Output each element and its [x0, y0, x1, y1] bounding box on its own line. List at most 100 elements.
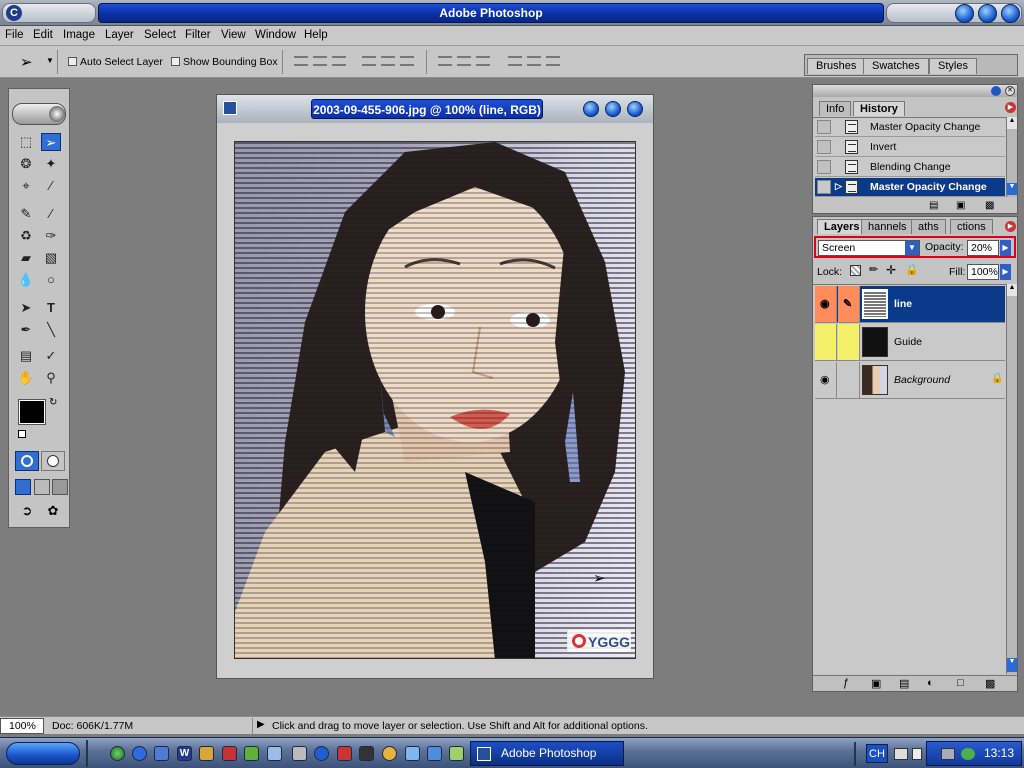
show-bounding-box-checkbox[interactable]: Show Bounding Box [171, 56, 278, 68]
tray-app-icon[interactable] [961, 748, 975, 760]
document-icon[interactable] [223, 101, 237, 115]
scroll-up-icon[interactable]: ▲ [1007, 117, 1017, 129]
default-colors-icon[interactable] [18, 430, 26, 438]
app-icon[interactable]: C [6, 5, 22, 21]
panel-close-icon[interactable]: ✕ [1005, 86, 1015, 96]
quicklaunch-app3-icon[interactable] [337, 746, 352, 761]
history-scrollbar[interactable]: ▲ ▼ [1006, 117, 1017, 197]
network-icon[interactable] [941, 748, 955, 760]
opacity-input[interactable]: 20% [967, 240, 999, 256]
history-item[interactable]: Master Opacity Change [815, 118, 1005, 137]
distribute-vcenter-icon[interactable] [457, 56, 471, 66]
menu-layer[interactable]: Layer [105, 29, 134, 41]
menu-edit[interactable]: Edit [33, 29, 53, 41]
doc-minimize-button[interactable] [583, 101, 599, 117]
foreground-color-swatch[interactable] [18, 399, 46, 425]
quicklaunch-explorer-icon[interactable] [267, 746, 282, 761]
menu-help[interactable]: Help [304, 29, 328, 41]
layer-visibility-toggle[interactable]: ◉ [815, 362, 837, 398]
lasso-tool-icon[interactable]: ❂ [16, 155, 36, 173]
menu-file[interactable]: File [5, 29, 24, 41]
menu-image[interactable]: Image [63, 29, 95, 41]
line-tool-icon[interactable]: ╲ [41, 321, 61, 339]
slice-tool-icon[interactable]: ⁄ [41, 177, 61, 195]
align-top-icon[interactable] [294, 56, 308, 66]
distribute-hcenter-icon[interactable] [527, 56, 541, 66]
doc-close-button[interactable] [627, 101, 643, 117]
layer-row-line[interactable]: ◉ ✎ line [815, 286, 1005, 323]
scroll-up-icon[interactable]: ▲ [1007, 284, 1017, 296]
menu-select[interactable]: Select [144, 29, 176, 41]
status-arrow-icon[interactable]: ▶ [257, 719, 265, 730]
trash-icon[interactable]: ▩ [985, 677, 995, 690]
align-left-icon[interactable] [362, 56, 376, 66]
quicklaunch-app6-icon[interactable] [427, 746, 442, 761]
quicklaunch-app4-icon[interactable] [359, 746, 374, 761]
history-item[interactable]: Invert [815, 138, 1005, 157]
chevron-down-icon[interactable]: ▼ [905, 241, 919, 255]
history-panel-titlebar[interactable]: ✕ [813, 85, 1017, 97]
distribute-top-icon[interactable] [438, 56, 452, 66]
blur-tool-icon[interactable]: 💧 [16, 271, 36, 289]
screen-mode-standard-icon[interactable] [15, 479, 31, 495]
gradient-tool-icon[interactable]: ▧ [41, 249, 61, 267]
taskbar-photoshop-task[interactable]: Adobe Photoshop [470, 741, 624, 766]
eraser-tool-icon[interactable]: ▰ [16, 249, 36, 267]
healing-brush-tool-icon[interactable]: ✎ [16, 205, 36, 223]
type-tool-icon[interactable]: T [41, 299, 61, 317]
hand-tool-icon[interactable]: ✋ [16, 369, 36, 387]
new-layer-icon[interactable]: □ [957, 677, 964, 689]
fill-slider-arrow-icon[interactable]: ▶ [1000, 264, 1011, 280]
layer-set-icon[interactable]: ▤ [899, 677, 909, 690]
scroll-down-icon[interactable]: ▼ [1007, 183, 1017, 195]
tab-brushes[interactable]: Brushes [807, 58, 866, 74]
scroll-down-icon[interactable]: ▼ [1007, 658, 1017, 672]
layer-link-toggle[interactable] [838, 362, 860, 398]
zoom-field[interactable]: 100% [0, 718, 44, 734]
zoom-tool-icon[interactable]: ⚲ [41, 369, 61, 387]
brush-tool-icon[interactable]: ∕ [41, 205, 61, 223]
menu-filter[interactable]: Filter [185, 29, 211, 41]
new-doc-from-state-icon[interactable]: ▤ [929, 200, 938, 211]
magic-wand-tool-icon[interactable]: ✦ [41, 155, 61, 173]
clone-stamp-tool-icon[interactable]: ♻ [16, 227, 36, 245]
imageready-icon[interactable]: ✿ [43, 503, 63, 521]
toolbox-header-logo[interactable] [12, 103, 66, 125]
layers-scrollbar[interactable]: ▲ ▼ [1006, 284, 1017, 674]
screen-mode-fullmenu-icon[interactable] [34, 479, 50, 495]
image-canvas[interactable]: YGGG ➢ [234, 141, 636, 659]
ime-icon[interactable] [912, 748, 922, 760]
panel-menu-arrow-icon[interactable]: ▶ [1005, 221, 1016, 232]
pen-tool-icon[interactable]: ✒ [16, 321, 36, 339]
layer-row-background[interactable]: ◉ Background 🔒 [815, 362, 1005, 399]
maximize-button[interactable] [978, 4, 997, 23]
lock-position-icon[interactable]: ✛ [886, 263, 896, 277]
layer-visibility-toggle[interactable] [815, 324, 837, 360]
history-item-selected[interactable]: ▷ Master Opacity Change [815, 178, 1005, 197]
distribute-right-icon[interactable] [546, 56, 560, 66]
standard-mode-button[interactable] [15, 451, 39, 471]
history-snapshot-box[interactable] [817, 120, 831, 134]
document-title-bar[interactable]: 2003-09-455-906.jpg @ 100% (line, RGB) [217, 95, 653, 123]
layer-row-guide[interactable]: Guide [815, 324, 1005, 361]
quicklaunch-tool-icon[interactable] [244, 746, 259, 761]
tab-styles[interactable]: Styles [929, 58, 977, 74]
history-snapshot-box[interactable] [817, 180, 831, 194]
language-indicator[interactable]: CH [866, 744, 888, 763]
history-brush-tool-icon[interactable]: ✑ [41, 227, 61, 245]
history-snapshot-box[interactable] [817, 160, 831, 174]
quicklaunch-globe-icon[interactable] [110, 746, 125, 761]
start-button[interactable] [6, 742, 80, 765]
quicklaunch-info-icon[interactable] [314, 746, 329, 761]
quicklaunch-app7-icon[interactable] [449, 746, 464, 761]
tool-preset-picker[interactable]: ➢ ▼ [8, 50, 58, 74]
eyedropper-tool-icon[interactable]: ✓ [41, 347, 61, 365]
quicklaunch-word-icon[interactable]: W [177, 746, 192, 761]
quick-mask-button[interactable] [41, 451, 65, 471]
tab-channels[interactable]: hannels [861, 219, 914, 234]
tab-swatches[interactable]: Swatches [863, 58, 929, 74]
panel-minimize-icon[interactable] [991, 86, 1001, 96]
fill-input[interactable]: 100% [967, 264, 999, 280]
opacity-slider-arrow-icon[interactable]: ▶ [1000, 240, 1011, 256]
auto-select-checkbox[interactable]: Auto Select Layer [68, 56, 163, 68]
